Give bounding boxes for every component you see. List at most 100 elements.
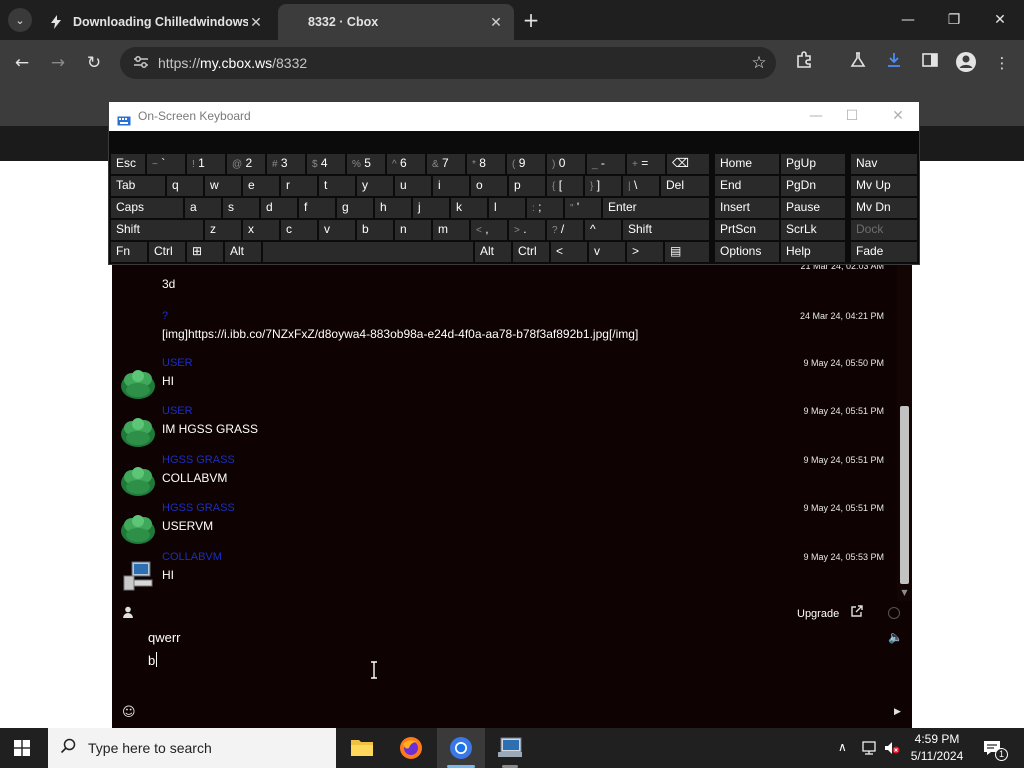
key-i[interactable]: i (433, 176, 469, 196)
message-input-line[interactable]: qwerr (148, 630, 181, 645)
remote-desktop-icon[interactable] (497, 736, 523, 760)
key-semicolon[interactable]: : ; (527, 198, 563, 218)
key-mv-up[interactable]: Mv Up (851, 176, 917, 196)
key-caps[interactable]: Caps (111, 198, 183, 218)
clock-time[interactable]: 4:59 PM (906, 732, 968, 746)
volume-muted-icon[interactable] (884, 740, 900, 756)
key-d[interactable]: d (261, 198, 297, 218)
key-minus[interactable]: _ - (587, 154, 625, 174)
key-shift-right[interactable]: Shift (623, 220, 709, 240)
key-r[interactable]: r (281, 176, 317, 196)
key-o[interactable]: o (471, 176, 507, 196)
tab-search-chevron-icon[interactable]: ⌄ (8, 8, 32, 32)
key-6[interactable]: ^ 6 (387, 154, 425, 174)
osk-close-icon[interactable]: ✕ (883, 106, 913, 126)
key-backtick[interactable]: ~ ` (147, 154, 185, 174)
profile-avatar-icon[interactable] (954, 51, 978, 75)
extensions-puzzle-icon[interactable] (792, 51, 816, 75)
message-input-line[interactable]: b (148, 652, 158, 668)
key-mv-dn[interactable]: Mv Dn (851, 198, 917, 218)
key-s[interactable]: s (223, 198, 259, 218)
key-period[interactable]: > . (509, 220, 545, 240)
key-space[interactable] (263, 242, 473, 262)
key-b[interactable]: b (357, 220, 393, 240)
user-icon[interactable] (122, 606, 136, 620)
key-del[interactable]: Del (661, 176, 709, 196)
reload-icon[interactable]: ↻ (82, 51, 106, 75)
osk-maximize-icon[interactable]: ☐ (837, 106, 867, 126)
key-pause[interactable]: Pause (781, 198, 845, 218)
key-l[interactable]: l (489, 198, 525, 218)
chat-scroll-thumb[interactable] (900, 406, 909, 584)
key-t[interactable]: t (319, 176, 355, 196)
key-shift-left[interactable]: Shift (111, 220, 203, 240)
key-e[interactable]: e (243, 176, 279, 196)
status-circle-icon[interactable] (888, 607, 900, 619)
emoji-smiley-icon[interactable]: ☺ (122, 705, 136, 720)
key-backslash[interactable]: | \ (623, 176, 659, 196)
back-arrow-icon[interactable]: ← (10, 51, 34, 75)
key-quote[interactable]: " ' (565, 198, 601, 218)
key-9[interactable]: ( 9 (507, 154, 545, 174)
sound-icon[interactable]: 🔈 (888, 630, 903, 644)
key-j[interactable]: j (413, 198, 449, 218)
new-tab-plus-icon[interactable]: + (520, 9, 542, 31)
site-settings-icon[interactable] (124, 55, 158, 72)
key-w[interactable]: w (205, 176, 241, 196)
external-link-icon[interactable] (850, 605, 863, 621)
key-y[interactable]: y (357, 176, 393, 196)
key-left-bracket[interactable]: { [ (547, 176, 583, 196)
key-prtscn[interactable]: PrtScn (715, 220, 779, 240)
minimize-icon[interactable]: — (888, 8, 928, 32)
side-panel-icon[interactable] (918, 51, 942, 75)
key-windows[interactable]: ⊞ (187, 242, 223, 262)
key-equals[interactable]: + = (627, 154, 665, 174)
menu-kebab-icon[interactable]: ⋮ (990, 51, 1014, 75)
clock-date[interactable]: 5/11/2024 (906, 749, 968, 763)
key-fade[interactable]: Fade (851, 242, 917, 262)
key-p[interactable]: p (509, 176, 545, 196)
labs-flask-icon[interactable] (846, 51, 870, 75)
key-left-arrow[interactable]: < (551, 242, 587, 262)
message-username[interactable]: ? (162, 310, 168, 322)
key-v[interactable]: v (319, 220, 355, 240)
key-nav[interactable]: Nav (851, 154, 917, 174)
key-right-bracket[interactable]: } ] (585, 176, 621, 196)
key-options[interactable]: Options (715, 242, 779, 262)
firefox-icon[interactable] (399, 736, 423, 760)
forward-arrow-icon[interactable]: → (46, 51, 70, 75)
key-3[interactable]: # 3 (267, 154, 305, 174)
key-enter[interactable]: Enter (603, 198, 709, 218)
key-dock[interactable]: Dock (851, 220, 917, 240)
osk-title-bar[interactable]: On-Screen Keyboard — ☐ ✕ (109, 102, 919, 131)
key-n[interactable]: n (395, 220, 431, 240)
key-tab[interactable]: Tab (111, 176, 165, 196)
key-1[interactable]: ! 1 (187, 154, 225, 174)
network-icon[interactable] (862, 740, 878, 756)
key-f[interactable]: f (299, 198, 335, 218)
key-2[interactable]: @ 2 (227, 154, 265, 174)
key-m[interactable]: m (433, 220, 469, 240)
osk-minimize-icon[interactable]: — (801, 106, 831, 126)
key-backspace[interactable]: ⌫ (667, 154, 709, 174)
key-u[interactable]: u (395, 176, 431, 196)
file-explorer-icon[interactable] (350, 737, 374, 759)
chrome-icon[interactable] (449, 736, 473, 760)
key-x[interactable]: x (243, 220, 279, 240)
message-username[interactable]: COLLABVM (162, 551, 222, 563)
key-4[interactable]: $ 4 (307, 154, 345, 174)
key-menu[interactable]: ▤ (665, 242, 709, 262)
message-username[interactable]: USER (162, 357, 193, 369)
download-icon[interactable] (882, 51, 906, 75)
message-username[interactable]: HGSS GRASS (162, 454, 235, 466)
key-ctrl-left[interactable]: Ctrl (149, 242, 185, 262)
key-ctrl-right[interactable]: Ctrl (513, 242, 549, 262)
taskbar-search-box[interactable]: Type here to search (48, 728, 336, 768)
key-comma[interactable]: < , (471, 220, 507, 240)
key-home[interactable]: Home (715, 154, 779, 174)
key-k[interactable]: k (451, 198, 487, 218)
key-end[interactable]: End (715, 176, 779, 196)
key-g[interactable]: g (337, 198, 373, 218)
key-insert[interactable]: Insert (715, 198, 779, 218)
upgrade-link[interactable]: Upgrade (797, 608, 839, 620)
